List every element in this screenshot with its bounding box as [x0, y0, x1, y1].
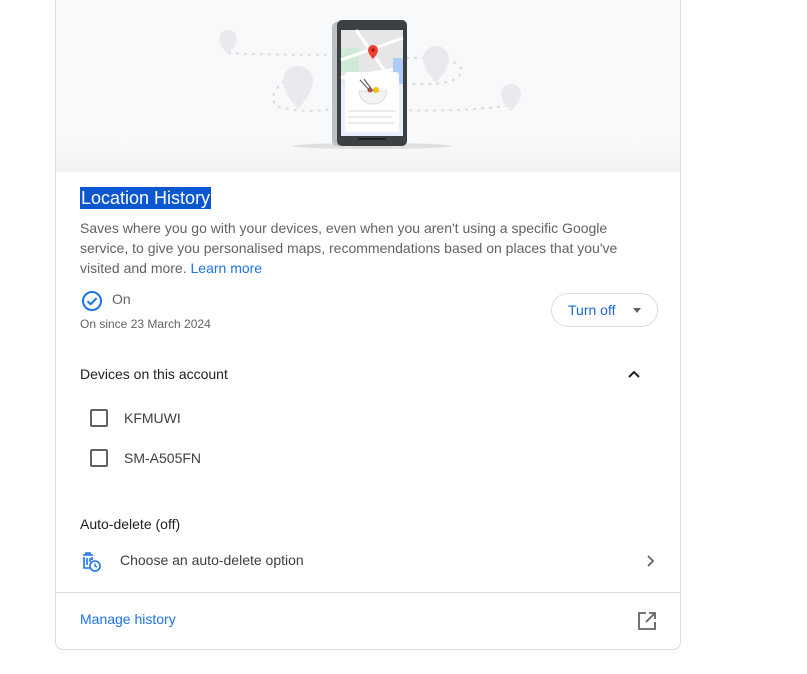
auto-delete-heading: Auto-delete (off) — [80, 516, 181, 532]
hero-illustration — [56, 0, 680, 172]
chevron-up-icon[interactable] — [624, 364, 644, 384]
dropdown-caret-icon — [633, 308, 641, 313]
device-label: KFMUWI — [124, 410, 181, 426]
footer-divider — [56, 592, 680, 593]
page-title: Location History — [80, 187, 212, 209]
auto-delete-option-label: Choose an auto-delete option — [120, 552, 304, 568]
device-checkbox[interactable] — [90, 449, 108, 467]
manage-history-link[interactable]: Manage history — [80, 610, 176, 628]
devices-heading: Devices on this account — [80, 366, 228, 382]
section-heading: Location History — [80, 187, 212, 211]
learn-more-link[interactable]: Learn more — [191, 260, 263, 276]
device-row[interactable]: SM-A505FN — [90, 447, 201, 469]
description: Saves where you go with your devices, ev… — [80, 218, 650, 278]
check-circle-icon — [82, 291, 102, 311]
status-since: On since 23 March 2024 — [80, 317, 211, 331]
turn-off-button[interactable]: Turn off — [551, 293, 658, 327]
device-label: SM-A505FN — [124, 450, 202, 466]
description-text: Saves where you go with your devices, ev… — [80, 220, 618, 276]
phone-map-illustration — [219, 20, 521, 149]
turn-off-label: Turn off — [568, 302, 616, 318]
auto-delete-option-row[interactable]: Choose an auto-delete option — [80, 548, 658, 574]
device-checkbox[interactable] — [90, 409, 108, 427]
location-history-card: Location History Saves where you go with… — [55, 0, 681, 650]
trash-clock-icon — [83, 552, 101, 572]
chevron-right-icon — [647, 555, 655, 567]
device-row[interactable]: KFMUWI — [90, 407, 181, 429]
status-value: On — [112, 291, 131, 307]
open-in-new-icon[interactable] — [636, 610, 658, 632]
